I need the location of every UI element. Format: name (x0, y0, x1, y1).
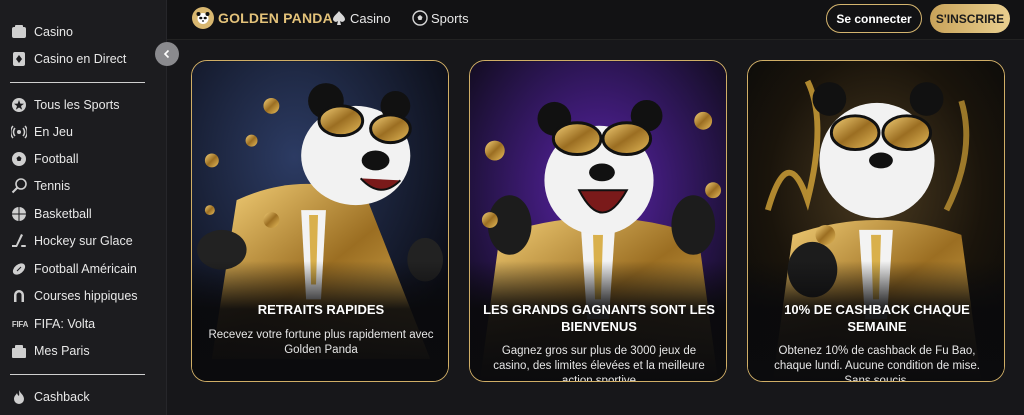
card-description: Recevez votre fortune plus rapidement av… (208, 329, 434, 356)
sidebar-item-label: Football Américain (34, 262, 137, 276)
sidebar-item-football[interactable]: Football (10, 148, 78, 170)
basketball-icon (10, 205, 28, 223)
sidebar-item-fifa-volta[interactable]: FIFA FIFA: Volta (10, 313, 95, 335)
sidebar-item-label: Football (34, 152, 79, 166)
sidebar-item-basketball[interactable]: Basketball (10, 203, 92, 225)
sidebar-divider (10, 82, 145, 83)
sidebar-item-cashback[interactable]: Cashback (10, 386, 90, 408)
star-ball-icon (10, 96, 28, 114)
nav-sports[interactable]: Sports (412, 10, 469, 26)
logo-text: GOLDEN PANDA (218, 10, 333, 26)
horseshoe-icon (10, 287, 28, 305)
nav-sports-label: Sports (431, 10, 469, 26)
sidebar-item-label: Hockey sur Glace (34, 234, 133, 248)
card-title: 10% DE CASHBACK CHAQUE SEMAINE (784, 302, 970, 334)
tennis-icon (10, 177, 28, 195)
sidebar-item-mes-paris[interactable]: Mes Paris (10, 340, 90, 362)
nav-casino[interactable]: Casino (331, 10, 390, 26)
soccer-ball-icon (10, 150, 28, 168)
flame-icon (10, 388, 28, 406)
american-football-icon (10, 260, 28, 278)
card-shade (192, 261, 448, 381)
sidebar-item-label: Cashback (34, 390, 90, 404)
sidebar-item-label: Courses hippiques (34, 289, 138, 303)
live-casino-icon (10, 50, 28, 68)
sidebar-item-tous-les-sports[interactable]: Tous les Sports (10, 94, 119, 116)
nav-casino-label: Casino (350, 10, 391, 26)
sidebar-item-label: Basketball (34, 207, 92, 221)
sidebar-item-casino-en-direct[interactable]: Casino en Direct (10, 48, 126, 70)
card-description: Obtenez 10% de cashback de Fu Bao, chaqu… (774, 345, 980, 382)
card-title: LES GRANDS GAGNANTS SONT LES BIENVENUS (483, 302, 715, 334)
promo-card-retraits[interactable]: RETRAITS RAPIDES Recevez votre fortune p… (191, 60, 449, 382)
live-broadcast-icon (10, 123, 28, 141)
sidebar-item-label: Casino (34, 25, 73, 39)
sidebar-item-label: Tennis (34, 179, 71, 193)
spade-icon (333, 11, 345, 25)
sidebar-item-label: FIFA: Volta (34, 317, 96, 331)
sidebar-collapse-button[interactable] (155, 42, 179, 66)
hockey-icon (10, 232, 28, 250)
chevron-left-icon (163, 49, 170, 59)
login-button[interactable]: Se connecter (826, 4, 922, 33)
sidebar-divider (10, 374, 145, 375)
sidebar-item-courses-hippiques[interactable]: Courses hippiques (10, 285, 138, 307)
my-bets-icon (10, 342, 28, 360)
sidebar-item-label: En Jeu (34, 125, 73, 139)
card-title: RETRAITS RAPIDES (257, 302, 385, 317)
sidebar-item-hockey[interactable]: Hockey sur Glace (10, 230, 133, 252)
sidebar-item-tennis[interactable]: Tennis (10, 175, 70, 197)
sidebar-item-casino[interactable]: Casino (10, 21, 73, 43)
top-header: GOLDEN PANDA Casino Sports Se connecter … (167, 0, 1024, 40)
sidebar-item-en-jeu[interactable]: En Jeu (10, 121, 73, 143)
register-button[interactable]: S'INSCRIRE (930, 4, 1010, 33)
sidebar: Casino Casino en Direct Tous les Sports … (0, 0, 167, 415)
logo[interactable]: GOLDEN PANDA (192, 7, 333, 29)
sidebar-item-label: Mes Paris (34, 344, 90, 358)
card-description: Gagnez gros sur plus de 3000 jeux de cas… (493, 345, 705, 382)
promo-card-grands-gagnants[interactable]: LES GRANDS GAGNANTS SONT LES BIENVENUS G… (469, 60, 727, 382)
fifa-icon: FIFA (11, 319, 29, 329)
casino-icon (10, 23, 28, 41)
sidebar-item-label: Casino en Direct (34, 52, 127, 66)
sidebar-item-label: Tous les Sports (34, 98, 120, 112)
promo-card-cashback[interactable]: 10% DE CASHBACK CHAQUE SEMAINE Obtenez 1… (747, 60, 1005, 382)
soccer-ball-icon (412, 10, 428, 26)
panda-logo-icon (192, 7, 214, 29)
sidebar-item-football-americain[interactable]: Football Américain (10, 258, 137, 280)
